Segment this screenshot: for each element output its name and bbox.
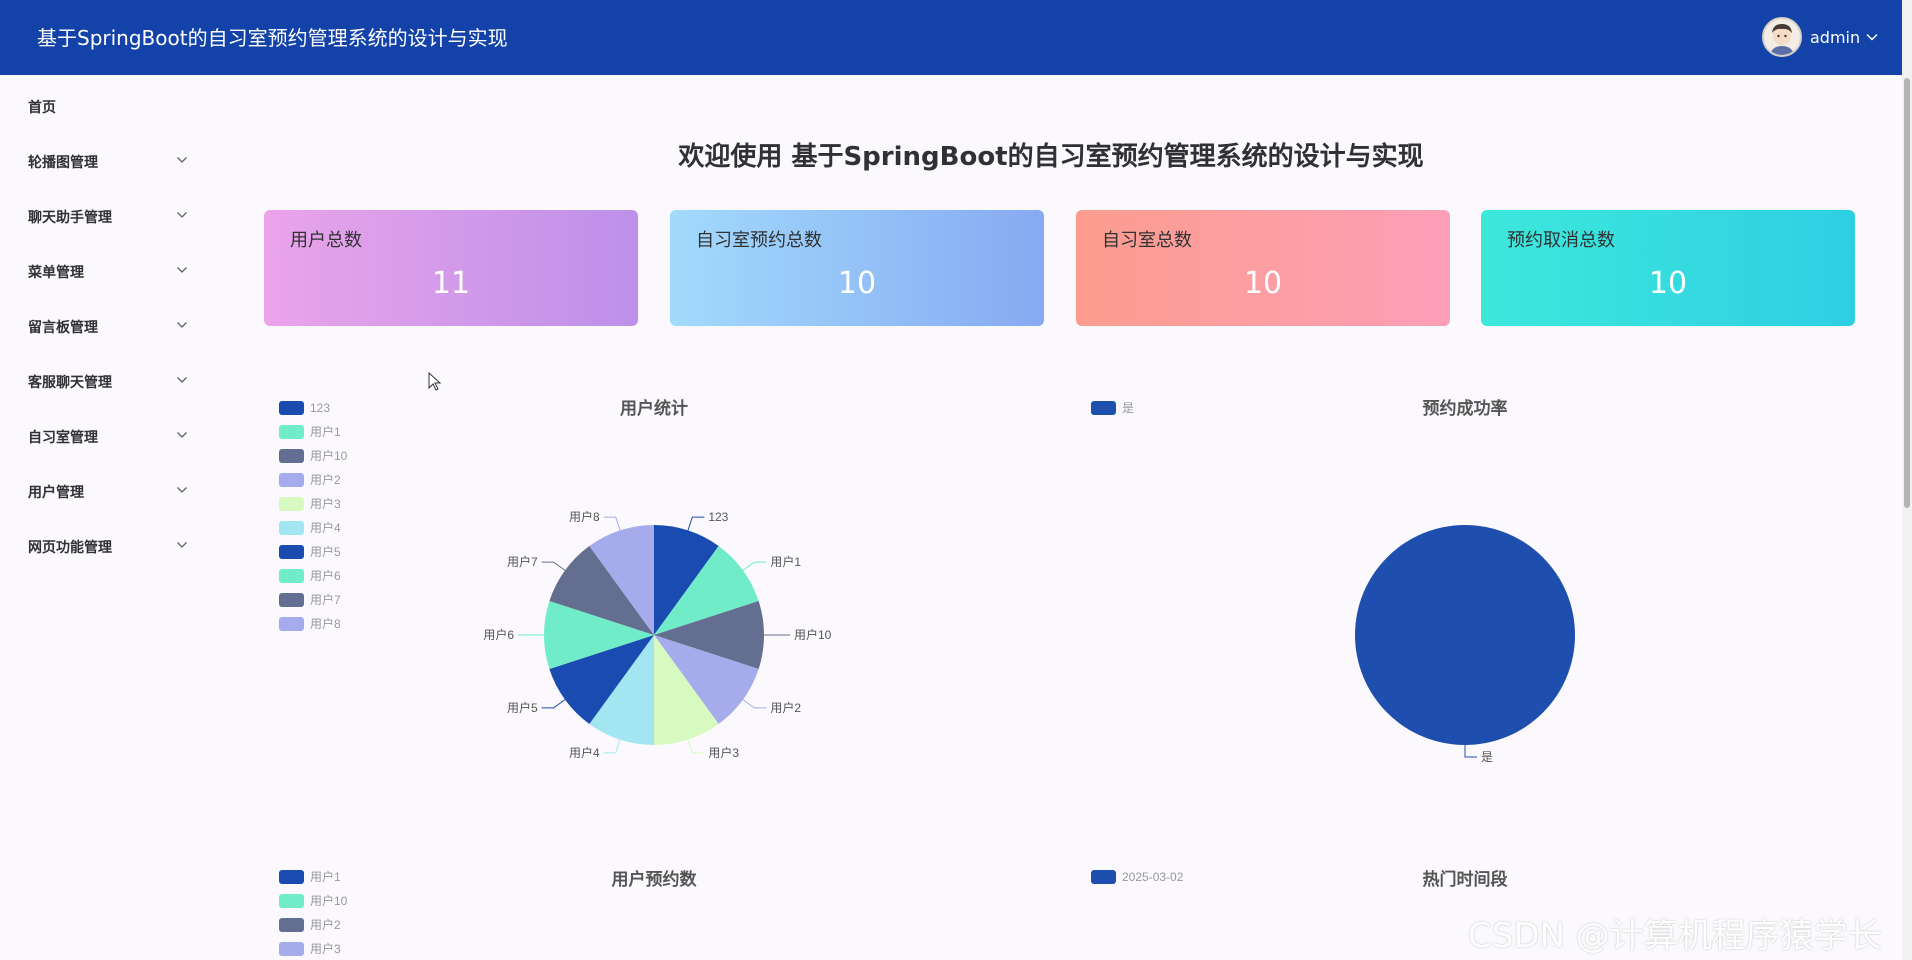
pie-slice [1355,525,1575,745]
pie-label-line [541,561,566,571]
dashboard-charts: 123 用户1 用户10 用户2 用户3 用户4 用户5 用户6 用户7 用户8 用户统计 123 用户… [279,398,1575,956]
legend-swatch [279,545,304,559]
legend-swatch [279,473,304,487]
legend-label: 用户3 [310,496,341,511]
pie-label: 用户3 [708,745,739,760]
legend-swatch [279,569,304,583]
pie-label-line [603,516,621,531]
legend-label: 用户6 [310,568,341,583]
pie-label: 用户2 [770,700,801,715]
pie-label: 用户10 [794,627,832,642]
pie-label: 用户4 [569,745,600,760]
legend-label: 用户4 [310,520,341,535]
pie-label: 用户7 [507,554,538,569]
pie-label-line [687,516,705,531]
chart-title: 用户预约数 [612,869,698,890]
legend-label: 用户5 [310,544,341,559]
legend-label: 123 [310,401,330,415]
legend-swatch [279,918,304,932]
legend-label: 用户7 [310,592,341,607]
chart-title: 用户统计 [620,398,688,419]
pie-label-line [1464,745,1477,758]
legend-label: 用户3 [310,941,341,956]
legend-label: 用户10 [310,448,348,463]
pie-label-line [603,739,621,754]
pie-label-line [541,699,566,709]
legend-swatch [279,401,304,415]
pie-label-line [742,561,767,571]
legend-label: 用户2 [310,472,341,487]
pie-label: 是 [1481,750,1493,764]
watermark: CSDN @计算机程序猿学长 [1468,916,1882,956]
legend-swatch [279,894,304,908]
legend-swatch [1091,401,1116,415]
legend-swatch [279,942,304,956]
pie-label: 用户8 [569,509,600,524]
chart-title: 预约成功率 [1423,398,1508,419]
legend-swatch [279,870,304,884]
legend-label: 用户1 [310,424,341,439]
pie-label-line [687,739,705,754]
legend-swatch [279,449,304,463]
legend-label: 用户10 [310,893,348,908]
pie-label: 123 [708,510,728,524]
pie-label: 用户6 [483,627,514,642]
legend-label: 2025-03-02 [1122,870,1184,884]
mouse-cursor-icon [428,372,442,391]
legend-label: 是 [1122,401,1134,415]
legend-label: 用户2 [310,917,341,932]
pie-label: 用户1 [770,554,801,569]
legend-swatch [279,521,304,535]
legend-label: 用户8 [310,616,341,631]
scrollbar-thumb[interactable] [1904,78,1910,508]
pie-label: 用户5 [507,700,538,715]
pie-label-line [742,699,767,709]
chart-title: 热门时间段 [1423,869,1508,890]
legend-swatch [1091,870,1116,884]
legend-swatch [279,425,304,439]
legend-swatch [279,497,304,511]
legend-label: 用户1 [310,869,341,884]
legend-swatch [279,593,304,607]
legend-swatch [279,617,304,631]
